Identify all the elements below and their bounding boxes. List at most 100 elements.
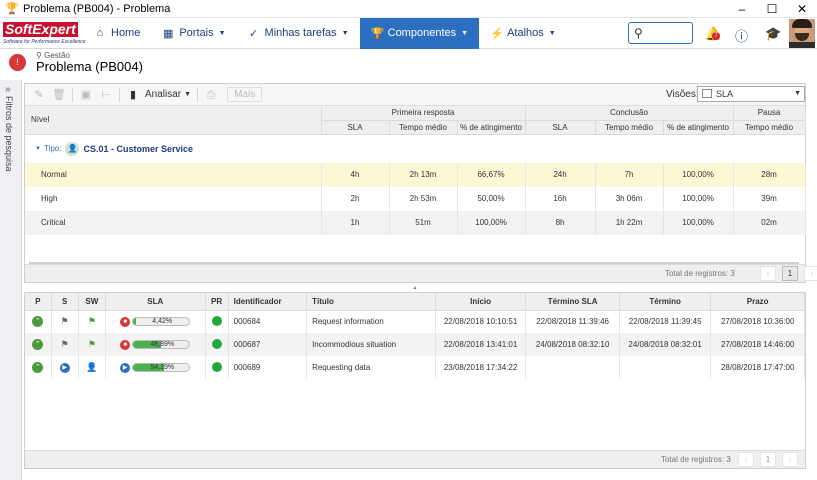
prev-page-button[interactable]: ‹	[738, 452, 754, 467]
group-primeira-resposta: Primeira resposta	[321, 106, 526, 121]
col-pr[interactable]: PR	[205, 293, 229, 311]
lightning-icon: ⚡	[490, 27, 504, 40]
summary-toolbar: ✎ 🗑 ▣ ⊢ ▮ Analisar ▼ ⎙ Mais Visões: SLA …	[25, 84, 805, 106]
page-title: Problema (PB004)	[36, 59, 143, 74]
total-records: Total de registros: 3	[665, 269, 735, 278]
col-sw[interactable]: SW	[78, 293, 106, 311]
mais-button[interactable]: Mais	[227, 87, 263, 102]
chart-icon: ▮	[129, 88, 137, 101]
expand-icon[interactable]: »	[5, 84, 11, 95]
group-row-tipo[interactable]: ▼ Tipo: 👤 CS.01 - Customer Service	[25, 135, 805, 163]
col-termino-sla[interactable]: Término SLA	[525, 293, 620, 311]
edit-icon[interactable]: ✎	[29, 85, 49, 105]
col-tempo-medio[interactable]: Tempo médio	[595, 120, 664, 135]
stop-icon: ■	[120, 339, 131, 350]
col-tempo-medio[interactable]: Tempo médio	[733, 120, 806, 135]
panel-splitter[interactable]: ▲	[24, 286, 806, 291]
prev-page-button[interactable]: ‹	[760, 266, 776, 281]
analisar-button[interactable]: Analisar	[145, 89, 181, 100]
detail-footer: Total de registros: 3 ‹ 1 ›	[25, 450, 805, 468]
search-icon: ⚲	[634, 26, 643, 40]
table-row[interactable]: ⌃ ⚑ ⚑ ■ 4,42% 000684 Request information …	[25, 310, 805, 333]
delete-icon[interactable]: 🗑	[49, 85, 69, 105]
notification-badge: 7	[712, 32, 720, 40]
caret-down-icon[interactable]: ▼	[35, 146, 41, 152]
caret-down-icon: ▼	[794, 90, 801, 97]
green-flag-icon: ⚑	[87, 316, 96, 327]
page-number-button[interactable]: 1	[760, 452, 776, 467]
view-icon[interactable]: ▣	[76, 85, 96, 105]
minimize-button[interactable]: –	[727, 0, 757, 18]
dashboard-icon: ▦	[163, 27, 174, 40]
home-icon: ⌂	[96, 27, 104, 39]
nav-portais[interactable]: ▦ Portais ▼	[151, 18, 236, 49]
priority-up-icon: ⌃	[32, 362, 44, 373]
close-button[interactable]: ✕	[787, 0, 817, 18]
col-atingimento[interactable]: % de atingimento	[663, 120, 734, 135]
detail-panel: P S SW SLA PR Identificador Título Iníci…	[24, 292, 806, 469]
sla-progress-bar: 54,19%	[132, 363, 191, 372]
caret-down-icon: ▼	[548, 29, 556, 37]
checkmark-icon: ✓	[248, 27, 259, 40]
softexpert-logo[interactable]: SoftExpert Software for Performance Exce…	[3, 19, 86, 47]
help-icon[interactable]: ⓘ	[735, 26, 748, 45]
nav-componentes[interactable]: 🏆 Componentes ▼	[359, 17, 480, 49]
page-header: ! ⚲ Gestão Problema (PB004)	[0, 49, 817, 76]
col-prazo[interactable]: Prazo	[710, 293, 805, 311]
filter-sidebar[interactable]: » Filtros de pesquisa	[0, 80, 22, 480]
col-sla[interactable]: SLA	[525, 120, 596, 135]
col-identificador[interactable]: Identificador	[228, 293, 308, 311]
col-s[interactable]: S	[51, 293, 79, 311]
col-tempo-medio[interactable]: Tempo médio	[389, 120, 458, 135]
print-icon[interactable]: ⎙	[201, 85, 221, 105]
table-row[interactable]: ⌃ ▶ 👤 ▶ 54,19% 000689 Requesting data 23/…	[25, 356, 805, 379]
table-row[interactable]: ⌃ ⚑ ⚑ ■ 48,89% 000687 Incommodious situat…	[25, 333, 805, 356]
total-records: Total de registros: 3	[661, 455, 731, 464]
table-row[interactable]: Normal 4h 2h 13m 66,67% 24h 7h 100,00% 28m	[25, 162, 806, 187]
trophy-icon: 🏆	[5, 2, 19, 15]
col-sla[interactable]: SLA	[321, 120, 390, 135]
col-nivel[interactable]: Nível	[25, 106, 322, 135]
green-flag-icon: ⚑	[87, 339, 96, 349]
col-sla[interactable]: SLA	[105, 293, 206, 311]
search-input[interactable]: ⚲	[628, 22, 693, 44]
sla-progress-bar: 4,42%	[132, 317, 191, 327]
visoes-select[interactable]: SLA ▼	[697, 86, 805, 102]
top-navbar: SoftExpert Software for Performance Exce…	[0, 17, 817, 49]
play-icon: ▶	[120, 362, 131, 373]
col-termino[interactable]: Término	[619, 293, 712, 311]
col-atingimento[interactable]: % de atingimento	[457, 120, 526, 135]
priority-up-icon: ⌃	[32, 316, 44, 328]
sidebar-label: Filtros de pesquisa	[4, 96, 14, 172]
caret-down-icon: ▼	[341, 29, 349, 37]
col-inicio[interactable]: Início	[435, 293, 527, 311]
user-avatar[interactable]	[789, 19, 815, 48]
col-titulo[interactable]: Título	[306, 293, 436, 311]
nav-home[interactable]: ⌂ Home	[83, 18, 151, 49]
caret-down-icon: ▼	[461, 29, 469, 37]
status-dot-icon	[211, 361, 222, 372]
summary-panel: ✎ 🗑 ▣ ⊢ ▮ Analisar ▼ ⎙ Mais Visões: SLA …	[24, 83, 817, 283]
window-title: Problema (PB004) - Problema	[23, 2, 171, 15]
next-page-button[interactable]: ›	[782, 452, 798, 467]
visoes-label: Visões:	[666, 89, 699, 100]
customer-service-icon: 👤	[65, 141, 80, 156]
stop-icon: ■	[120, 316, 131, 327]
hierarchy-icon[interactable]: ⊢	[96, 85, 116, 105]
problem-icon: !	[9, 54, 26, 71]
col-p[interactable]: P	[25, 293, 52, 311]
window-titlebar: 🏆 Problema (PB004) - Problema – ☐ ✕	[0, 0, 817, 18]
page-number-button[interactable]: 1	[782, 266, 798, 281]
table-row[interactable]: Critical 1h 51m 100,00% 8h 1h 22m 100,00% 02m	[25, 210, 806, 235]
table-row[interactable]: High 2h 2h 53m 50,00% 16h 3h 06m 100,00% 39m	[25, 186, 806, 211]
play-icon: ▶	[59, 362, 70, 373]
nav-atalhos[interactable]: ⚡ Atalhos ▼	[479, 18, 567, 49]
caret-down-icon: ▼	[184, 91, 192, 98]
maximize-button[interactable]: ☐	[757, 0, 787, 18]
checkered-flag-icon: ⚑	[60, 339, 69, 349]
user-icon: 👤	[86, 362, 98, 372]
next-page-button[interactable]: ›	[804, 266, 817, 281]
caret-down-icon: ▼	[218, 29, 226, 37]
nav-minhas-tarefas[interactable]: ✓ Minhas tarefas ▼	[237, 18, 360, 49]
graduation-cap-icon[interactable]: 🎓	[765, 26, 781, 42]
